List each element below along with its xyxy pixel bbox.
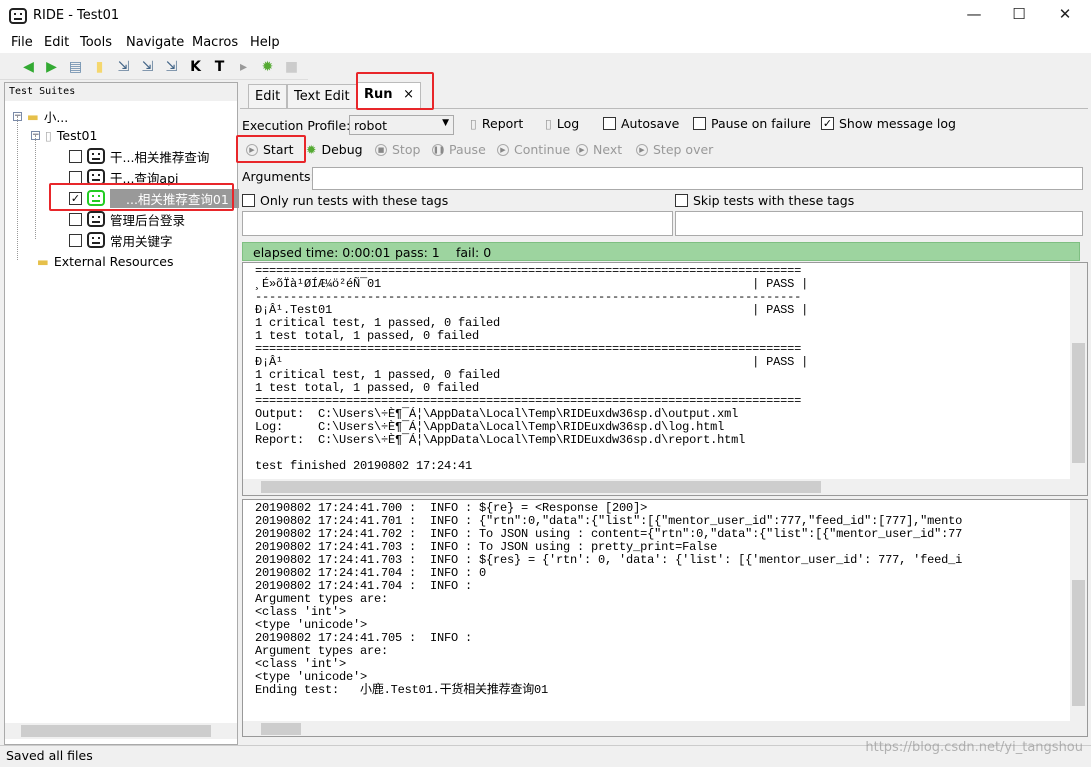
annotation-highlight [236, 135, 306, 163]
autosave-checkbox[interactable]: Autosave [603, 116, 679, 131]
only-run-tags-checkbox[interactable]: Only run tests with these tags [242, 193, 448, 208]
menu-edit[interactable]: Edit [44, 35, 69, 50]
test-suites-panel: Test Suites − ▬ 小... − ▯ Test01 干...相关推荐查询 干… [4, 82, 239, 745]
close-button[interactable]: ✕ [1045, 5, 1085, 27]
debug-bug-icon: ✹ [306, 142, 317, 157]
chevron-down-icon: ▼ [442, 118, 449, 128]
pause-icon: ❚❚ [432, 143, 445, 156]
run-status-bar: elapsed time: 0:00:01 pass: 1 fail: 0 [242, 242, 1080, 261]
horizontal-scrollbar[interactable] [5, 723, 237, 739]
output-text: ========================================… [255, 264, 809, 473]
toolbar: ◀ ▶ ▤ ▮ ⇲ ⇲ ⇲ K T ▸ ✹ ■ [0, 54, 308, 80]
maximize-button[interactable]: ☐ [999, 5, 1039, 27]
pause-on-failure-checkbox[interactable]: Pause on failure [693, 116, 811, 131]
report-button[interactable]: ▯ Report [470, 116, 523, 131]
menu-file[interactable]: File [11, 35, 33, 50]
tree-root-suite[interactable]: − ▬ 小... [13, 107, 68, 125]
message-log-console[interactable]: 20190802 17:24:41.700 : INFO : ${re} = <… [242, 499, 1088, 737]
elapsed-time: elapsed time: 0:00:01 [253, 245, 391, 260]
back-arrow-icon[interactable]: ◀ [20, 59, 37, 75]
fail-count: fail: 0 [456, 245, 492, 260]
log-icon: ▯ [545, 116, 552, 131]
forward-arrow-icon[interactable]: ▶ [43, 59, 60, 75]
panel-header: Test Suites [5, 83, 237, 101]
stop-icon[interactable]: ■ [283, 59, 300, 75]
arguments-label: Arguments: [242, 169, 315, 184]
tab-text-edit[interactable]: Text Edit [287, 84, 357, 108]
external-resources-icon: ▬ [37, 253, 49, 269]
pause-button[interactable]: ❚❚ Pause [432, 142, 486, 157]
tab-edit[interactable]: Edit [248, 84, 288, 108]
file-icon: ▯ [45, 127, 52, 143]
tree-test-item[interactable]: 常用关键字 [69, 231, 173, 249]
vertical-scrollbar[interactable] [1070, 500, 1087, 721]
save-icon[interactable]: ⇲ [115, 59, 132, 75]
menu-tools[interactable]: Tools [80, 35, 112, 50]
search-tests-icon[interactable]: T [211, 59, 228, 75]
next-button[interactable]: ▶ Next [576, 142, 622, 157]
vertical-scrollbar[interactable] [1070, 263, 1087, 479]
pass-count: pass: 1 [395, 245, 440, 260]
execution-profile-label: Execution Profile: [242, 118, 351, 133]
test-case-icon [87, 211, 105, 227]
open-suite-icon[interactable]: ▤ [67, 59, 84, 75]
status-text: Saved all files [6, 748, 93, 763]
step-over-button[interactable]: ▶ Step over [636, 142, 713, 157]
test-checkbox[interactable] [69, 233, 82, 247]
minimize-button[interactable]: — [954, 5, 994, 27]
test-checkbox[interactable] [69, 170, 82, 184]
test-checkbox[interactable] [69, 149, 82, 163]
test-case-icon [87, 148, 105, 164]
debug-bug-icon[interactable]: ✹ [259, 59, 276, 75]
report-icon: ▯ [470, 116, 477, 131]
title-bar: RIDE - Test01 — ☐ ✕ [0, 0, 1091, 33]
log-button[interactable]: ▯ Log [545, 116, 579, 131]
run-icon[interactable]: ▸ [235, 59, 252, 75]
annotation-highlight [49, 183, 234, 211]
output-console[interactable]: ========================================… [242, 262, 1088, 496]
tree-suite-test01[interactable]: − ▯ Test01 [31, 126, 97, 144]
collapse-icon[interactable]: − [31, 130, 40, 140]
menu-macros[interactable]: Macros [192, 35, 238, 50]
message-log-text: 20190802 17:24:41.700 : INFO : ${re} = <… [255, 501, 963, 697]
continue-button[interactable]: ▶ Continue [497, 142, 570, 157]
stop-icon: ■ [375, 143, 387, 156]
menu-help[interactable]: Help [250, 35, 280, 50]
save-all-icon[interactable]: ⇲ [139, 59, 156, 75]
horizontal-scrollbar[interactable] [243, 479, 1087, 495]
tree-external-resources[interactable]: ▬ External Resources [37, 252, 173, 270]
menu-bar: File Edit Tools Navigate Macros Help [0, 33, 1091, 53]
execution-profile-select[interactable]: robot ▼ [349, 115, 454, 135]
skip-tags-checkbox[interactable]: Skip tests with these tags [675, 193, 854, 208]
exclude-tags-input[interactable] [675, 211, 1083, 236]
search-keywords-icon[interactable]: K [187, 59, 204, 75]
watermark: https://blog.csdn.net/yi_tangshou [865, 740, 1083, 755]
step-over-icon: ▶ [636, 143, 648, 156]
stop-button[interactable]: ■ Stop [375, 142, 420, 157]
show-message-log-checkbox[interactable]: ✓ Show message log [821, 116, 956, 131]
continue-icon: ▶ [497, 143, 509, 156]
next-icon: ▶ [576, 143, 588, 156]
test-case-icon [87, 232, 105, 248]
tree-test-item[interactable]: 干...相关推荐查询 [69, 147, 209, 165]
ride-logo-icon [9, 8, 27, 24]
menu-navigate[interactable]: Navigate [126, 35, 184, 50]
tree-test-item[interactable]: 管理后台登录 [69, 210, 185, 228]
editor-panel: Edit Text Edit Run × Execution Profile: … [240, 82, 1088, 745]
open-directory-icon[interactable]: ▮ [91, 59, 108, 75]
include-tags-input[interactable] [242, 211, 673, 236]
annotation-highlight [356, 72, 434, 110]
horizontal-scrollbar[interactable] [243, 721, 1087, 736]
arguments-input[interactable] [312, 167, 1083, 190]
folder-icon: ▬ [27, 108, 39, 124]
test-checkbox[interactable] [69, 212, 82, 226]
save-as-icon[interactable]: ⇲ [163, 59, 180, 75]
debug-button[interactable]: ✹ Debug [306, 142, 363, 157]
window-title: RIDE - Test01 [33, 8, 120, 23]
collapse-icon[interactable]: − [13, 111, 22, 121]
